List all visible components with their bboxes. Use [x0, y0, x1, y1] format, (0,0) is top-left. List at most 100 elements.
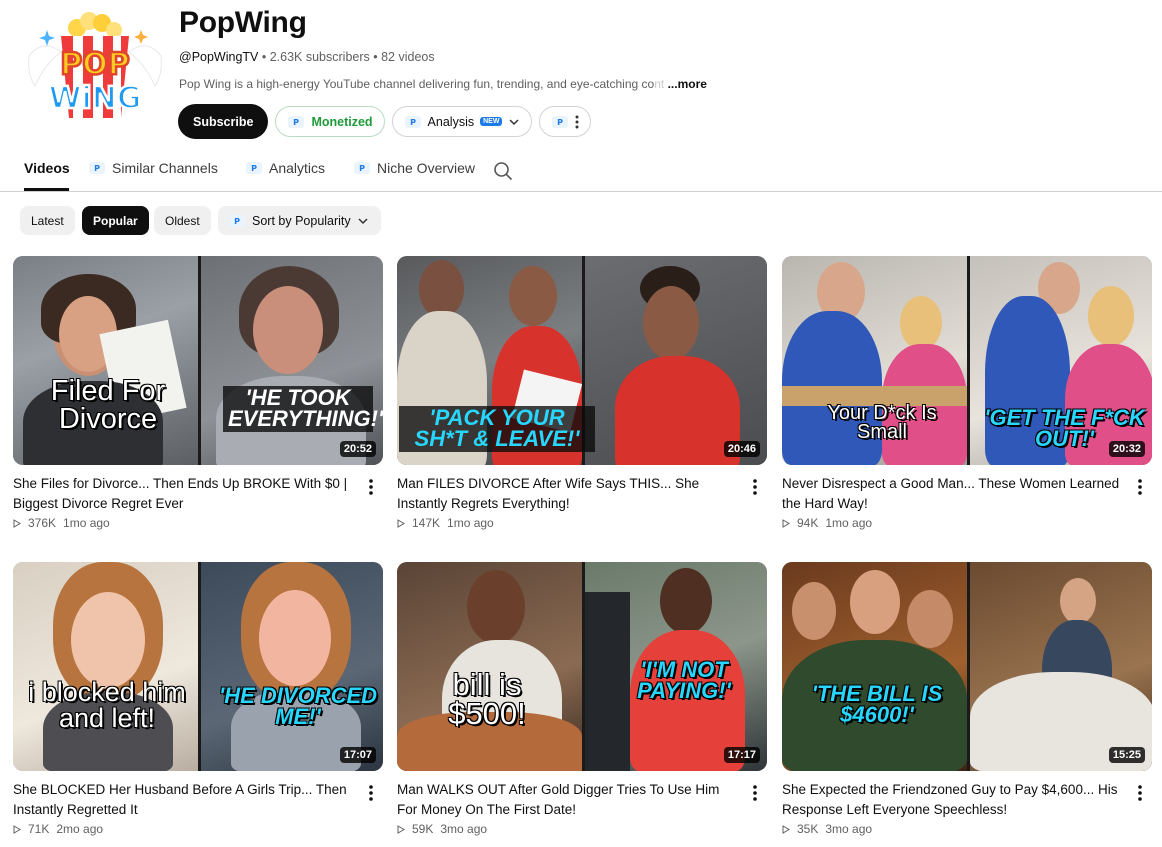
video-title[interactable]: She Expected the Friendzoned Guy to Pay … — [782, 780, 1127, 820]
tab-label: Analytics — [269, 160, 326, 176]
video-card[interactable]: Filed For Divorce 'HE TOOK EVERYTHING!' … — [13, 256, 383, 530]
video-thumbnail[interactable]: 'THE BILL IS $4600!' 15:25 — [782, 562, 1152, 771]
channel-search-button[interactable] — [493, 161, 513, 181]
thumbnail-right-frame — [582, 256, 767, 465]
play-icon — [13, 518, 21, 528]
video-thumbnail[interactable]: bill is $500! 'I'M NOT PAYING!' 17:17 — [397, 562, 767, 771]
thumbnail-left-frame — [782, 562, 967, 771]
tab-label: Videos — [24, 160, 70, 176]
chevron-down-icon — [509, 118, 519, 125]
thumbnail-caption-right: 'I'M NOT PAYING!' — [637, 657, 731, 703]
tab-videos[interactable]: Videos — [24, 160, 70, 176]
thumbnail-right-frame — [967, 562, 1152, 771]
search-icon — [494, 162, 513, 181]
extension-logo-icon: P — [246, 162, 262, 174]
more-link[interactable]: ...more — [668, 77, 707, 91]
thumbnail-caption-left: Your D*ck Is Small — [827, 402, 937, 443]
video-meta: 59K 3mo ago — [397, 822, 487, 836]
video-meta: 71K 2mo ago — [13, 822, 103, 836]
video-title[interactable]: She BLOCKED Her Husband Before A Girls T… — [13, 780, 358, 820]
extension-logo-icon: P — [552, 115, 569, 128]
video-menu-icon[interactable] — [1133, 784, 1147, 802]
video-menu-icon[interactable] — [748, 784, 762, 802]
play-icon — [13, 824, 21, 834]
extension-logo-icon: P — [89, 162, 105, 174]
svg-text:P: P — [558, 118, 564, 127]
tab-label: Similar Channels — [112, 160, 218, 176]
play-icon — [782, 518, 790, 528]
svg-text:P: P — [410, 118, 416, 127]
kebab-menu-icon — [575, 115, 579, 128]
video-menu-icon[interactable] — [748, 478, 762, 496]
more-options-button[interactable]: P — [539, 106, 592, 137]
subscribe-button[interactable]: Subscribe — [178, 104, 269, 139]
filter-popular[interactable]: Popular — [82, 206, 149, 235]
play-icon — [397, 824, 405, 834]
video-menu-icon[interactable] — [364, 478, 378, 496]
video-meta: 35K 3mo ago — [782, 822, 872, 836]
channel-meta: @PopWingTV • 2.63K subscribers • 82 vide… — [179, 50, 435, 64]
chevron-down-icon — [358, 217, 368, 224]
video-duration: 17:07 — [339, 747, 376, 763]
extension-logo-icon: P — [404, 115, 421, 128]
analysis-label: Analysis — [427, 114, 475, 129]
video-age: 3mo ago — [825, 822, 873, 836]
svg-text:P: P — [234, 217, 240, 226]
video-card[interactable]: Your D*ck Is Small 'GET THE F*CK OUT!' 2… — [782, 256, 1152, 530]
channel-avatar[interactable]: POP WiNG — [25, 8, 165, 133]
video-card[interactable]: bill is $500! 'I'M NOT PAYING!' 17:17 Ma… — [397, 562, 767, 836]
thumbnail-right-frame — [198, 256, 383, 465]
play-icon — [782, 824, 790, 834]
svg-text:P: P — [251, 164, 257, 173]
video-title[interactable]: Man WALKS OUT After Gold Digger Tries To… — [397, 780, 742, 820]
video-duration: 17:17 — [723, 747, 760, 763]
video-card[interactable]: i blocked him and left! 'HE DIVORCED ME!… — [13, 562, 383, 836]
video-menu-icon[interactable] — [1133, 478, 1147, 496]
channel-handle: @PopWingTV — [179, 50, 259, 64]
logo-text-bottom: WiNG — [48, 81, 141, 116]
sort-label: Sort by Popularity — [252, 213, 351, 228]
video-menu-icon[interactable] — [364, 784, 378, 802]
description-fade: nt — [654, 77, 665, 91]
video-card[interactable]: 'PACK YOUR SH*T & LEAVE!' 20:46 Man FILE… — [397, 256, 767, 530]
extension-logo-icon: P — [288, 115, 305, 128]
video-title[interactable]: She Files for Divorce... Then Ends Up BR… — [13, 474, 358, 514]
video-duration: 15:25 — [1108, 747, 1145, 763]
description-text: Pop Wing is a high-energy YouTube channe… — [179, 77, 655, 91]
thumbnail-caption-right: 'HE DIVORCED ME!' — [218, 683, 378, 729]
logo-text-top: POP — [60, 47, 129, 82]
video-views: 71K — [28, 822, 50, 836]
sort-dropdown[interactable]: P Sort by Popularity — [218, 206, 381, 235]
video-thumbnail[interactable]: i blocked him and left! 'HE DIVORCED ME!… — [13, 562, 383, 771]
thumbnail-caption-right: 'PACK YOUR SH*T & LEAVE!' — [399, 406, 595, 452]
monetized-button[interactable]: P Monetized — [275, 106, 385, 137]
filter-oldest[interactable]: Oldest — [154, 206, 211, 235]
thumbnail-caption-left: Filed For Divorce — [50, 375, 166, 435]
new-badge: NEW — [480, 117, 503, 126]
tab-similar-channels[interactable]: P Similar Channels — [88, 160, 218, 176]
video-thumbnail[interactable]: Filed For Divorce 'HE TOOK EVERYTHING!' … — [13, 256, 383, 465]
thumbnail-caption-right: 'THE BILL IS $4600!' — [811, 681, 943, 727]
filter-latest[interactable]: Latest — [20, 206, 75, 235]
analysis-dropdown[interactable]: P Analysis NEW — [391, 106, 533, 137]
channel-header: POP WiNG PopWing @PopWingTV • 2.63K subs… — [0, 0, 1162, 150]
channel-tab-bar: Videos P Similar Channels P Analytics P … — [0, 150, 1162, 192]
video-card[interactable]: 'THE BILL IS $4600!' 15:25 She Expected … — [782, 562, 1152, 836]
thumbnail-left-frame — [13, 562, 198, 771]
play-icon — [397, 518, 405, 528]
video-meta: 376K 1mo ago — [13, 516, 110, 530]
video-age: 3mo ago — [440, 822, 488, 836]
tab-analytics[interactable]: P Analytics — [245, 160, 325, 176]
video-views: 35K — [797, 822, 819, 836]
channel-description[interactable]: Pop Wing is a high-energy YouTube channe… — [179, 77, 719, 91]
tab-niche-overview[interactable]: P Niche Overview — [353, 160, 475, 176]
extension-logo-icon: P — [229, 214, 245, 227]
video-thumbnail[interactable]: 'PACK YOUR SH*T & LEAVE!' 20:46 — [397, 256, 767, 465]
video-title[interactable]: Never Disrespect a Good Man... These Wom… — [782, 474, 1127, 514]
svg-text:P: P — [94, 164, 100, 173]
thumbnail-caption-left: i blocked him and left! — [28, 677, 186, 733]
video-views: 147K — [412, 516, 441, 530]
video-thumbnail[interactable]: Your D*ck Is Small 'GET THE F*CK OUT!' 2… — [782, 256, 1152, 465]
video-title[interactable]: Man FILES DIVORCE After Wife Says THIS..… — [397, 474, 742, 514]
active-tab-indicator — [24, 188, 69, 191]
